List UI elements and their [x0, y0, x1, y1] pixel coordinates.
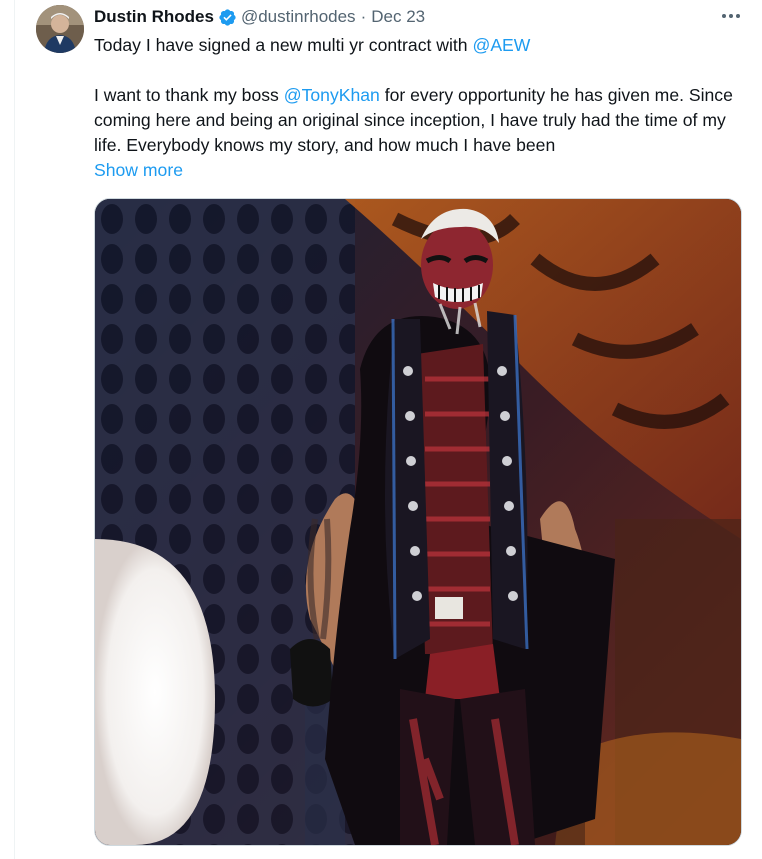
author-avatar[interactable] [36, 5, 84, 53]
verified-badge-icon[interactable] [218, 8, 237, 27]
more-options-icon[interactable] [719, 6, 743, 26]
tweet-text: Today I have signed a new multi yr contr… [94, 33, 754, 183]
mention-aew-link[interactable]: @AEW [472, 35, 530, 55]
tweet-header: Dustin Rhodes @dustinrhodes · Dec 23 [94, 4, 425, 30]
tweet-text-segment: I want to thank my boss [94, 85, 284, 105]
tweet[interactable]: Dustin Rhodes @dustinrhodes · Dec 23 Tod… [14, 0, 762, 859]
tweet-text-segment: Today I have signed a new multi yr contr… [94, 35, 473, 55]
more-dot [736, 14, 740, 18]
show-more-link[interactable]: Show more [94, 158, 183, 183]
more-dot [722, 14, 726, 18]
author-display-name[interactable]: Dustin Rhodes [94, 7, 214, 27]
header-separator: · [360, 7, 367, 26]
tweet-paragraph-2: I want to thank my boss @TonyKhan for ev… [94, 83, 754, 158]
author-handle[interactable]: @dustinrhodes [241, 7, 356, 27]
tweet-date[interactable]: Dec 23 [371, 7, 425, 27]
more-dot [729, 14, 733, 18]
tweet-photo[interactable] [94, 198, 742, 846]
mention-tonykhan-link[interactable]: @TonyKhan [284, 85, 380, 105]
wrestler-photo-illustration [95, 199, 741, 845]
tweet-line-1: Today I have signed a new multi yr contr… [94, 33, 754, 58]
